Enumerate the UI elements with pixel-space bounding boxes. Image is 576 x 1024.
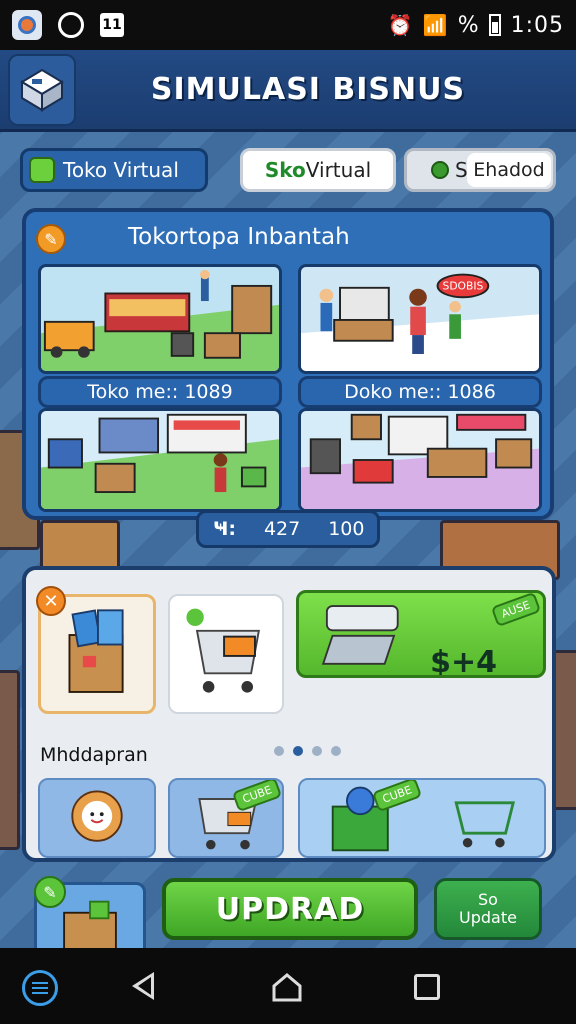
tab-ehadod[interactable]: S Ehadod [404,148,556,192]
clock: 1:05 [510,12,564,38]
upgrade-button[interactable]: UPDRAD [162,878,418,940]
pager-dot[interactable] [312,746,322,756]
coin-icon [431,161,449,179]
section-label: Mhddapran [40,744,148,766]
panel-title: Tokortopa Inbantah [128,224,350,250]
navigation-bar [0,948,576,1024]
stat-value-2: 100 [328,518,365,540]
close-icon[interactable]: ✕ [36,586,66,616]
status-bar: 11 ⏰ 📶 % 1:05 [0,0,576,50]
back-icon[interactable] [132,972,154,1000]
tab-label: Toko Virtual [63,158,179,182]
page-title: SIMULASI BISNUS [150,72,466,107]
menu-icon[interactable] [22,970,58,1006]
home-icon[interactable] [272,972,302,1002]
upgrade-card-shopcart[interactable]: CUBE [168,778,284,858]
scene-label-2: Doko me:: 1086 [298,376,542,408]
update-button-line1: So [478,890,498,909]
store-scene-4[interactable] [298,408,542,512]
alarm-icon: ⏰ [387,13,413,37]
battery-percent: % [457,12,479,38]
circle-app-icon [58,12,84,38]
store-scene-3[interactable] [38,408,282,512]
pencil-icon[interactable]: ✎ [36,224,66,254]
wifi-icon: 📶 [422,13,448,37]
price-label: $+4 [430,645,497,678]
header: SIMULASI BISNUS [0,50,576,132]
tab-label-prefix: S [455,158,468,182]
currency-icon: Ҹ: [213,518,236,540]
tab-toko-virtual[interactable]: Toko Virtual [20,148,208,192]
store-scene-1[interactable] [38,264,282,374]
upgrade-card-mascot[interactable] [38,778,156,858]
game-screen: SIMULASI BISNUS Toko Virtual Sko Virtual… [0,50,576,948]
app-icon [12,10,42,40]
recent-apps-icon[interactable] [414,974,440,1000]
scene-label-1: Toko me:: 1089 [38,376,282,408]
store-scene-2[interactable]: SDOBIS [298,264,542,374]
update-button-line2: Update [459,908,517,927]
upgrades-panel: ✕ $+4 AUSE Mhddapran CUBE CUBE [22,566,556,862]
tab-label-accent: Sko [264,158,306,182]
pager-dots[interactable] [274,746,341,756]
pager-dot[interactable] [274,746,284,756]
tab-label: Virtual [305,158,372,182]
battery-icon [488,14,501,36]
pager-dot[interactable] [331,746,341,756]
speech-bubble-text: SDOBIS [443,281,484,293]
stats-bar: Ҹ: 427 100 [196,510,380,548]
tab-label: Ehadod [467,153,551,187]
stat-value-1: 427 [263,518,301,540]
pencil-icon[interactable]: ✎ [34,876,66,908]
upgrade-card-globe[interactable]: CUBE [298,778,546,858]
pager-dot-active[interactable] [293,746,303,756]
store-panel: ✎ Tokortopa Inbantah Toko me:: 1089 SDOB… [22,208,554,520]
tab-sko-virtual[interactable]: Sko Virtual [240,148,396,192]
box-icon [29,157,55,183]
background-building [0,670,20,850]
upgrade-card-register[interactable]: $+4 AUSE [296,590,546,678]
update-button[interactable]: So Update [434,878,542,940]
calendar-icon: 11 [100,13,124,37]
upgrade-card-cart[interactable] [168,594,284,714]
